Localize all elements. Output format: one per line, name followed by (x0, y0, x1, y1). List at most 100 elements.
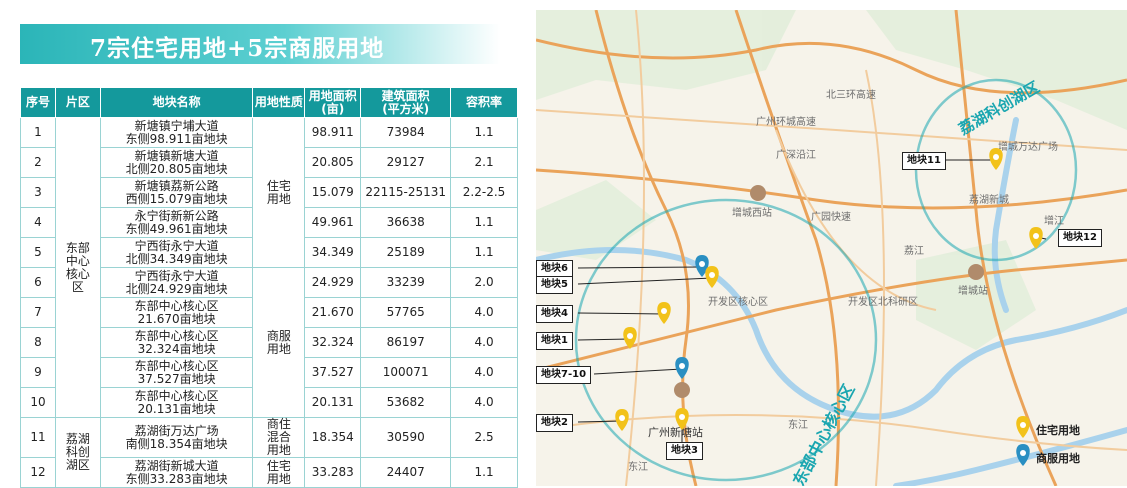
pin-label-plot3: 地块3 (666, 442, 703, 460)
header-cell: 容积率 (450, 87, 518, 118)
header-cell: 片区 (54, 87, 101, 118)
plot-ratio: 4.0 (450, 387, 518, 418)
plot-ratio: 1.1 (450, 207, 518, 238)
land-area: 20.131 (304, 387, 362, 418)
plot-ratio: 4.0 (450, 327, 518, 358)
place-label: 增城万达广场 (998, 140, 1058, 153)
residential-pin-icon (615, 409, 629, 431)
land-area: 49.961 (304, 207, 362, 238)
residential-pin-icon (657, 302, 671, 324)
plot-ratio: 2.5 (450, 417, 518, 458)
plot-name: 荔湖街新城大道 东侧33.283亩地块 (99, 457, 254, 488)
land-use-cell: 住宅用地 (252, 117, 306, 268)
plot-name: 新塘镇宁埔大道 东侧98.911亩地块 (99, 117, 254, 148)
floor-area: 24407 (360, 457, 452, 488)
land-use-cell: 商服用地 (252, 267, 306, 418)
legend-commercial-pin-icon (1016, 444, 1030, 466)
place-label: 荔湖新城 (969, 193, 1009, 206)
row-number: 12 (20, 457, 56, 488)
land-area: 32.324 (304, 327, 362, 358)
place-label: 北三环高速 (826, 88, 876, 101)
pin-label-plot11: 地块11 (902, 152, 946, 170)
land-area: 37.527 (304, 357, 362, 388)
legend-residential-pin-icon (1016, 416, 1030, 438)
train-station-icon (968, 264, 984, 280)
floor-area: 73984 (360, 117, 452, 148)
zone-label-east: 东部中心核心区 (789, 381, 858, 486)
plot-name: 东部中心核心区 32.324亩地块 (99, 327, 254, 358)
place-label: 东江 (628, 460, 648, 473)
plot-name: 宁西街永宁大道 北侧24.929亩地块 (99, 267, 254, 298)
district-cell: 荔湖科创湖区 (54, 417, 101, 488)
header-cell: 建筑面积 (平方米) (360, 87, 452, 118)
plot-ratio: 4.0 (450, 357, 518, 388)
plot-table: 序号 片区 地块名称 用地性质 用地面积 (亩) 建筑面积 (平方米) 容积率 … (20, 87, 518, 488)
row-number: 5 (20, 237, 56, 268)
header-cell: 地块名称 (99, 87, 254, 118)
legend-commercial-label: 商服用地 (1036, 452, 1080, 465)
commercial-pin-icon (675, 357, 689, 379)
header-cell: 用地面积 (亩) (304, 87, 362, 118)
map-canvas: 广州环城高速 广深沿江 北三环高速 广园快速 增城西站 增城站 开发区核心区 开… (536, 10, 1127, 486)
location-map: 广州环城高速 广深沿江 北三环高速 广园快速 增城西站 增城站 开发区核心区 开… (536, 10, 1127, 486)
table-row: 11 荔湖科创湖区 荔湖街万达广场 南侧18.354亩地块 商住混合用地 18.354 3… (20, 417, 518, 488)
row-number: 4 (20, 207, 56, 238)
train-station-icon (750, 185, 766, 201)
row-number: 7 (20, 297, 56, 328)
plot-ratio: 2.1 (450, 147, 518, 178)
place-label: 增城站 (958, 284, 988, 297)
land-area: 34.349 (304, 237, 362, 268)
place-label: 开发区北科研区 (848, 295, 918, 308)
row-number: 6 (20, 267, 56, 298)
plot-ratio: 4.0 (450, 297, 518, 328)
place-label: 开发区核心区 (708, 295, 768, 308)
floor-area: 86197 (360, 327, 452, 358)
row-number: 9 (20, 357, 56, 388)
district-cell: 东部中心核心区 (54, 117, 101, 418)
table-header-row: 序号 片区 地块名称 用地性质 用地面积 (亩) 建筑面积 (平方米) 容积率 (20, 87, 518, 118)
title-banner: 7宗住宅用地+5宗商服用地 (20, 24, 500, 64)
floor-area: 36638 (360, 207, 452, 238)
row-number: 3 (20, 177, 56, 208)
row-number: 10 (20, 387, 56, 418)
plot-ratio: 1.1 (450, 117, 518, 148)
residential-pin-icon (989, 148, 1003, 170)
plot-name: 东部中心核心区 20.131亩地块 (99, 387, 254, 418)
plot-name: 荔湖街万达广场 南侧18.354亩地块 (99, 417, 254, 458)
plot-table-panel: 7宗住宅用地+5宗商服用地 序号 片区 地块名称 用地性质 用地面积 (亩) 建… (0, 0, 530, 488)
plot-ratio: 2.2-2.5 (450, 177, 518, 208)
place-label: 东江 (788, 418, 808, 431)
floor-area: 30590 (360, 417, 452, 458)
page-title: 7宗住宅用地+5宗商服用地 (90, 35, 385, 62)
land-area: 98.911 (304, 117, 362, 148)
floor-area: 33239 (360, 267, 452, 298)
residential-pin-icon (705, 266, 719, 288)
pin-label-plot7-10: 地块7-10 (536, 366, 592, 384)
plot-name: 宁西街永宁大道 北侧34.349亩地块 (99, 237, 254, 268)
pin-label-plot1: 地块1 (536, 332, 573, 350)
floor-area: 25189 (360, 237, 452, 268)
land-use-cell: 商住混合用地 (252, 417, 306, 458)
plot-name: 东部中心核心区 21.670亩地块 (99, 297, 254, 328)
place-label: 荔江 (904, 244, 924, 257)
land-area: 33.283 (304, 457, 362, 488)
land-area: 24.929 (304, 267, 362, 298)
plot-ratio: 1.1 (450, 457, 518, 488)
plot-name: 东部中心核心区 37.527亩地块 (99, 357, 254, 388)
row-number: 11 (20, 417, 56, 458)
place-label: 广州新塘站 (648, 425, 703, 439)
land-area: 21.670 (304, 297, 362, 328)
place-label: 广深沿江 (776, 149, 816, 161)
place-label: 增城西站 (732, 206, 772, 219)
floor-area: 57765 (360, 297, 452, 328)
plot-ratio: 1.1 (450, 237, 518, 268)
place-label: 广州环城高速 (756, 115, 816, 128)
legend-residential-label: 住宅用地 (1036, 424, 1080, 437)
pin-label-plot4: 地块4 (536, 305, 573, 323)
plot-ratio: 2.0 (450, 267, 518, 298)
row-number: 2 (20, 147, 56, 178)
land-use-cell: 住宅用地 (252, 457, 306, 488)
header-cell: 序号 (20, 87, 56, 118)
row-number: 8 (20, 327, 56, 358)
place-label: 广园快速 (811, 211, 851, 223)
